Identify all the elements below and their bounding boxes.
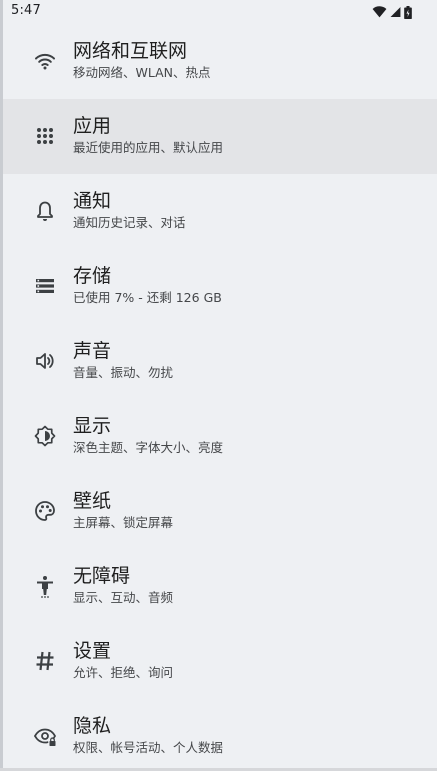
settings-item-title: 壁纸	[73, 490, 112, 512]
settings-item-display[interactable]: 显示 深色主题、字体大小、亮度	[3, 399, 437, 474]
settings-item-title: 无障碍	[73, 565, 131, 587]
status-icons	[372, 5, 412, 19]
settings-item-title: 应用	[73, 115, 112, 137]
settings-item-summary: 音量、振动、勿扰	[73, 365, 174, 380]
settings-item-summary: 通知历史记录、对话	[73, 215, 186, 230]
settings-item-apps[interactable]: 应用 最近使用的应用、默认应用	[3, 99, 437, 174]
settings-item-storage[interactable]: 存储 已使用 7% - 还剩 126 GB	[3, 249, 437, 324]
volume-icon	[33, 349, 57, 373]
settings-item-summary: 移动网络、WLAN、热点	[73, 65, 211, 80]
settings-item-privacy[interactable]: 隐私 权限、帐号活动、个人数据	[3, 699, 437, 771]
settings-item-summary: 已使用 7% - 还剩 126 GB	[73, 290, 222, 305]
settings-item-sound[interactable]: 声音 音量、振动、勿扰	[3, 324, 437, 399]
settings-item-accessibility[interactable]: 无障碍 显示、互动、音频	[3, 549, 437, 624]
palette-icon	[33, 499, 57, 523]
status-bar: 5:47	[0, 0, 437, 24]
storage-icon	[33, 274, 57, 298]
settings-item-title: 隐私	[73, 715, 112, 737]
hash-icon	[33, 649, 57, 673]
cell-signal-icon	[390, 6, 401, 18]
settings-item-summary: 允许、拒绝、询问	[73, 665, 174, 680]
settings-item-title: 存储	[73, 265, 112, 287]
settings-item-summary: 深色主题、字体大小、亮度	[73, 440, 224, 455]
settings-item-summary: 最近使用的应用、默认应用	[73, 140, 224, 155]
settings-item-title: 网络和互联网	[73, 40, 188, 62]
settings-item-wallpaper[interactable]: 壁纸 主屏幕、锁定屏幕	[3, 474, 437, 549]
settings-item-title: 声音	[73, 340, 112, 362]
brightness-icon	[33, 424, 57, 448]
privacy-eye-icon	[33, 724, 57, 748]
settings-list: 网络和互联网 移动网络、WLAN、热点 应用 最近使用的应用、默认应用 通知 通…	[3, 24, 437, 771]
apps-icon	[33, 124, 57, 148]
settings-screen: 5:47 网络和互联网 移动网络、WLAN、热点 应用 最近使用的应用、默认应用…	[0, 0, 437, 771]
settings-item-title: 显示	[73, 415, 112, 437]
settings-item-notifications[interactable]: 通知 通知历史记录、对话	[3, 174, 437, 249]
settings-item-permissions[interactable]: 设置 允许、拒绝、询问	[3, 624, 437, 699]
wifi-icon	[33, 49, 57, 73]
settings-item-title: 设置	[73, 640, 112, 662]
settings-item-summary: 主屏幕、锁定屏幕	[73, 515, 174, 530]
status-time: 5:47	[11, 3, 41, 18]
settings-item-summary: 权限、帐号活动、个人数据	[73, 740, 224, 755]
battery-icon	[404, 5, 412, 19]
settings-item-title: 通知	[73, 190, 112, 212]
accessibility-icon	[33, 574, 57, 598]
settings-item-network[interactable]: 网络和互联网 移动网络、WLAN、热点	[3, 24, 437, 99]
wifi-signal-icon	[372, 6, 387, 18]
bell-icon	[33, 199, 57, 223]
settings-item-summary: 显示、互动、音频	[73, 590, 174, 605]
